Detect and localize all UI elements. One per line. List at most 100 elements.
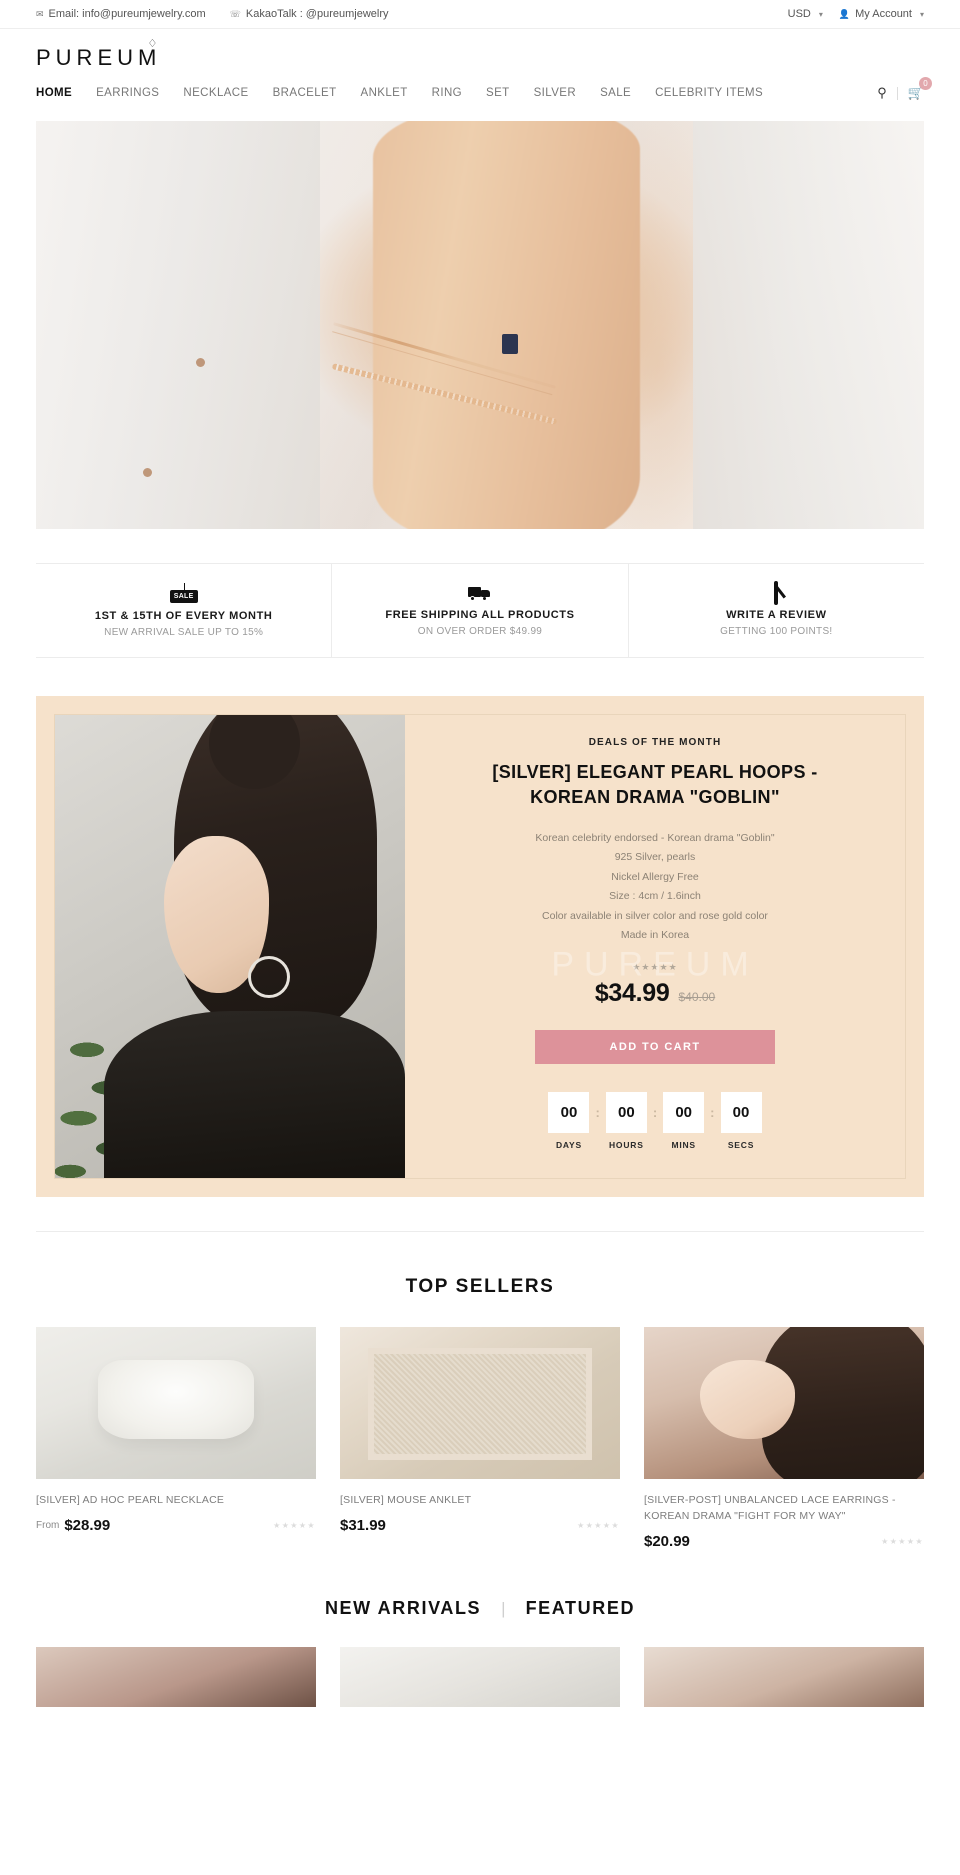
feature-subtitle: GETTING 100 POINTS! bbox=[720, 626, 833, 638]
countdown-separator: : bbox=[710, 1104, 715, 1120]
countdown-value: 00 bbox=[605, 1091, 647, 1133]
search-icon[interactable]: ⚲ bbox=[877, 85, 887, 101]
product-price: $31.99 bbox=[340, 1516, 386, 1534]
product-rating-stars: ★★★★★ bbox=[577, 1520, 620, 1530]
collection-tabs: NEW ARRIVALS | FEATURED bbox=[0, 1598, 960, 1619]
cart-count-badge: 0 bbox=[919, 77, 932, 91]
pencil-write-icon bbox=[774, 581, 779, 606]
feature-free-shipping: FREE SHIPPING ALL PRODUCTS ON OVER ORDER… bbox=[332, 564, 629, 658]
product-image[interactable] bbox=[644, 1326, 924, 1479]
hero-sleeve-right bbox=[693, 121, 924, 530]
feature-title: FREE SHIPPING ALL PRODUCTS bbox=[385, 609, 575, 622]
preview-card[interactable] bbox=[36, 1647, 316, 1708]
currency-selector[interactable]: USD ▾ bbox=[788, 8, 823, 20]
deals-price-row: $34.99 $40.00 bbox=[595, 979, 715, 1008]
hero-button-detail bbox=[195, 358, 205, 368]
phone-icon: ☏ bbox=[229, 8, 241, 19]
hero-sleeve-left bbox=[36, 121, 321, 530]
countdown-separator: : bbox=[595, 1104, 600, 1120]
price-from-label: From bbox=[36, 1519, 60, 1531]
email-contact[interactable]: ✉ Email: info@pureumjewelry.com bbox=[36, 8, 206, 20]
bottom-preview-strip bbox=[36, 1647, 924, 1708]
tab-separator: | bbox=[501, 1598, 506, 1618]
countdown-separator: : bbox=[652, 1104, 658, 1120]
top-bar-utility-group: USD ▾ 👤 My Account ▾ bbox=[788, 8, 924, 20]
feature-highlights: SALE 1ST & 15TH OF EVERY MONTH NEW ARRIV… bbox=[36, 563, 924, 659]
nav-item-ring[interactable]: RING bbox=[420, 81, 474, 105]
kakao-text: KakaoTalk : @pureumjewelry bbox=[245, 8, 389, 20]
site-header: PUREUM ♢ bbox=[0, 29, 960, 71]
preview-card[interactable] bbox=[340, 1647, 620, 1708]
deals-current-price: $34.99 bbox=[594, 978, 670, 1007]
logo-text: PUREUM bbox=[36, 45, 162, 70]
description-line: 925 Silver, pearls bbox=[614, 851, 696, 864]
countdown-hours: 00 HOURS bbox=[605, 1091, 647, 1150]
preview-card[interactable] bbox=[644, 1647, 924, 1708]
feature-subtitle: ON OVER ORDER $49.99 bbox=[417, 626, 543, 638]
countdown-label: DAYS bbox=[555, 1139, 582, 1150]
countdown-days: 00 DAYS bbox=[548, 1091, 590, 1150]
sale-tag-icon: SALE bbox=[169, 583, 198, 604]
deals-inner-frame: PUREUM DEALS OF THE MONTH [SILVER] ELEGA… bbox=[54, 714, 906, 1179]
nav-item-home[interactable]: HOME bbox=[36, 81, 84, 105]
crown-accent-icon: ♢ bbox=[147, 38, 163, 50]
nav-item-earrings[interactable]: EARRINGS bbox=[84, 81, 171, 105]
product-name[interactable]: [SILVER] MOUSE ANKLET bbox=[340, 1492, 620, 1508]
nav-item-necklace[interactable]: NECKLACE bbox=[171, 81, 260, 105]
tab-new-arrivals[interactable]: NEW ARRIVALS bbox=[325, 1598, 481, 1619]
chevron-down-icon: ▾ bbox=[818, 9, 823, 19]
deals-product-info: PUREUM DEALS OF THE MONTH [SILVER] ELEGA… bbox=[405, 715, 905, 1177]
top-sellers-product-grid: [SILVER] AD HOC PEARL NECKLACE From $28.… bbox=[36, 1326, 924, 1551]
delivery-truck-icon bbox=[467, 584, 492, 602]
my-account-menu[interactable]: 👤 My Account ▾ bbox=[839, 8, 924, 20]
deals-of-the-month-section: PUREUM DEALS OF THE MONTH [SILVER] ELEGA… bbox=[36, 696, 924, 1197]
top-sellers-heading: TOP SELLERS bbox=[405, 1275, 555, 1297]
nav-item-set[interactable]: SET bbox=[474, 81, 522, 105]
hero-initial-charm bbox=[502, 333, 519, 354]
envelope-icon: ✉ bbox=[36, 8, 44, 19]
site-logo[interactable]: PUREUM ♢ bbox=[36, 38, 162, 71]
description-line: Nickel Allergy Free bbox=[611, 870, 699, 883]
countdown-value: 00 bbox=[720, 1091, 762, 1133]
product-card[interactable]: [SILVER-POST] UNBALANCED LACE EARRINGS -… bbox=[644, 1326, 924, 1550]
add-to-cart-button[interactable]: ADD TO CART bbox=[535, 1029, 775, 1064]
product-footer: $31.99 ★★★★★ bbox=[340, 1517, 620, 1534]
hero-banner[interactable] bbox=[36, 121, 924, 530]
chevron-down-icon: ▾ bbox=[919, 9, 924, 19]
tab-featured[interactable]: FEATURED bbox=[526, 1598, 635, 1619]
nav-item-sale[interactable]: SALE bbox=[588, 81, 643, 105]
feature-subtitle: NEW ARRIVAL SALE UP TO 15% bbox=[104, 627, 264, 639]
deals-compare-price: $40.00 bbox=[678, 989, 716, 1004]
top-bar: ✉ Email: info@pureumjewelry.com ☏ KakaoT… bbox=[0, 0, 960, 29]
description-line: Color available in silver color and rose… bbox=[542, 909, 768, 922]
cart-button[interactable]: 🛒 0 bbox=[908, 77, 932, 102]
countdown-label: MINS bbox=[671, 1139, 696, 1150]
nav-item-bracelet[interactable]: BRACELET bbox=[261, 81, 349, 105]
description-line: Made in Korea bbox=[620, 929, 690, 942]
product-image[interactable] bbox=[340, 1326, 620, 1479]
description-line: Size : 4cm / 1.6inch bbox=[609, 890, 701, 903]
product-price: $28.99 bbox=[64, 1516, 111, 1534]
product-price: $20.99 bbox=[644, 1533, 690, 1551]
product-image[interactable] bbox=[36, 1326, 316, 1479]
countdown-label: HOURS bbox=[608, 1139, 644, 1150]
product-card[interactable]: [SILVER] AD HOC PEARL NECKLACE From $28.… bbox=[36, 1326, 316, 1551]
product-card[interactable]: [SILVER] MOUSE ANKLET $31.99 ★★★★★ bbox=[340, 1326, 620, 1551]
nav-divider bbox=[896, 86, 898, 100]
countdown-value: 00 bbox=[548, 1091, 590, 1133]
deals-product-title[interactable]: [SILVER] ELEGANT PEARL HOOPS - KOREAN DR… bbox=[455, 760, 855, 809]
countdown-secs: 00 SECS bbox=[720, 1091, 762, 1150]
product-name[interactable]: [SILVER-POST] UNBALANCED LACE EARRINGS -… bbox=[644, 1492, 924, 1525]
product-footer: $20.99 ★★★★★ bbox=[644, 1533, 924, 1550]
deals-product-image[interactable] bbox=[55, 715, 405, 1178]
kakao-contact[interactable]: ☏ KakaoTalk : @pureumjewelry bbox=[230, 8, 389, 20]
feature-monthly-sale: SALE 1ST & 15TH OF EVERY MONTH NEW ARRIV… bbox=[36, 564, 333, 658]
nav-item-silver[interactable]: SILVER bbox=[522, 81, 588, 105]
deals-product-description: Korean celebrity endorsed - Korean drama… bbox=[535, 829, 774, 946]
nav-links: HOME EARRINGS NECKLACE BRACELET ANKLET R… bbox=[36, 81, 775, 105]
product-footer: From $28.99 ★★★★★ bbox=[36, 1517, 316, 1534]
product-name[interactable]: [SILVER] AD HOC PEARL NECKLACE bbox=[36, 1492, 316, 1508]
nav-item-celebrity-items[interactable]: CELEBRITY ITEMS bbox=[643, 81, 775, 105]
countdown-mins: 00 MINS bbox=[663, 1091, 705, 1150]
nav-item-anklet[interactable]: ANKLET bbox=[349, 81, 420, 105]
